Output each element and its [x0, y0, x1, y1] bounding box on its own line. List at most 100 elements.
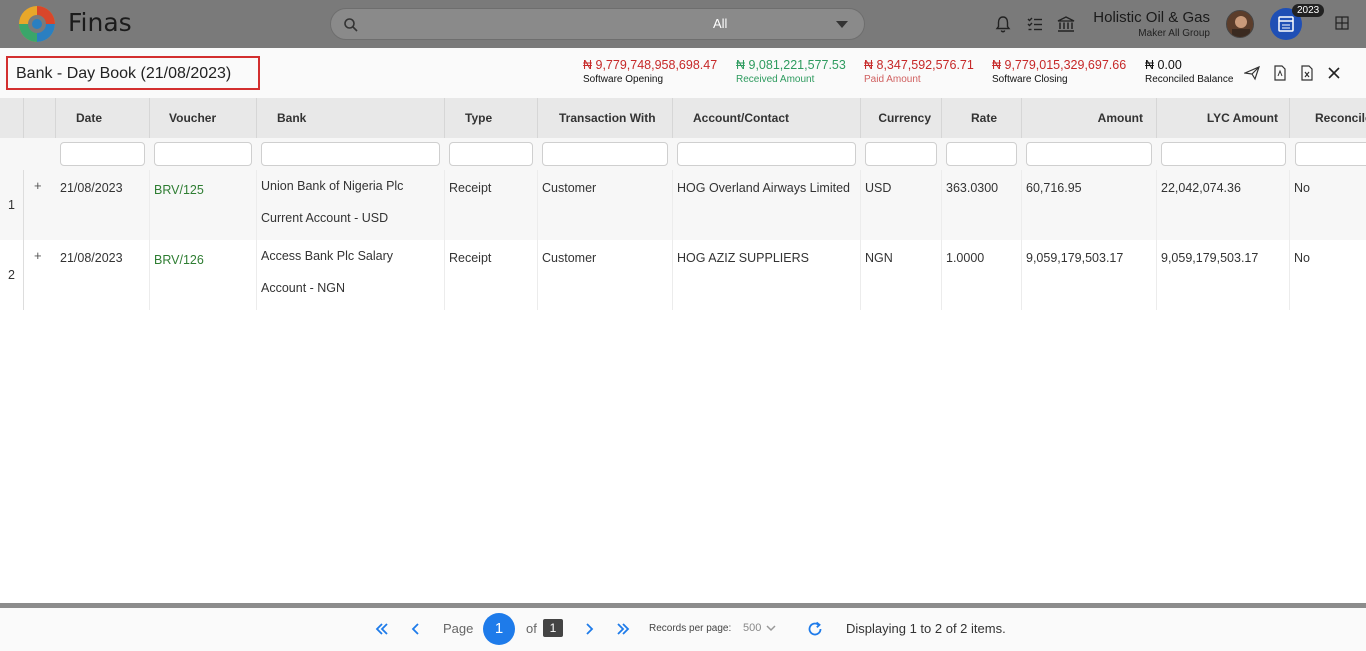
chevron-down-icon[interactable]	[836, 21, 848, 28]
page-label: Page	[443, 621, 474, 636]
stat-label: Reconciled Balance	[1145, 74, 1234, 85]
cell-lyc-amount: 22,042,074.36	[1157, 170, 1290, 240]
column-header-lyc-amount[interactable]: LYC Amount	[1157, 98, 1290, 138]
stat-label: Paid Amount	[864, 74, 921, 85]
filter-voucher[interactable]	[154, 142, 252, 166]
header-expand	[24, 98, 56, 138]
filter-lyc-amount[interactable]	[1161, 142, 1286, 166]
column-header-rate[interactable]: Rate	[942, 98, 1022, 138]
cell-voucher-link[interactable]: BRV/126	[150, 240, 257, 310]
table-header: Date Voucher Bank Type Transaction With …	[0, 98, 1366, 138]
close-icon[interactable]	[1326, 65, 1342, 81]
cell-bank: Union Bank of Nigeria Plc Current Accoun…	[257, 170, 445, 240]
checklist-icon[interactable]	[1025, 14, 1045, 34]
app-brand: Finas	[68, 8, 132, 37]
refresh-icon[interactable]	[806, 620, 824, 638]
cell-date: 21/08/2023	[56, 170, 150, 240]
stat-value: ₦ 0.00	[1145, 58, 1182, 72]
records-per-page-select[interactable]: 500	[743, 622, 761, 634]
filter-date[interactable]	[60, 142, 145, 166]
cell-rate: 363.0300	[942, 170, 1022, 240]
filter-rate[interactable]	[946, 142, 1017, 166]
stat-value: ₦ 9,779,015,329,697.66	[992, 58, 1127, 72]
cell-amount: 9,059,179,503.17	[1022, 240, 1157, 310]
filter-type[interactable]	[449, 142, 533, 166]
column-header-bank[interactable]: Bank	[257, 98, 445, 138]
expand-row-button[interactable]: +	[34, 248, 42, 263]
current-page-input[interactable]: 1	[483, 613, 515, 645]
table-row[interactable]: 1 + 21/08/2023 BRV/125 Union Bank of Nig…	[0, 170, 1366, 240]
stat-label: Received Amount	[736, 74, 815, 85]
column-header-transaction-with[interactable]: Transaction With	[538, 98, 673, 138]
filter-bank[interactable]	[261, 142, 440, 166]
pdf-export-icon[interactable]	[1272, 65, 1288, 81]
company-name: Holistic Oil & Gas	[1093, 9, 1210, 26]
bank-icon[interactable]	[1056, 14, 1076, 34]
cell-reconcile: No	[1294, 181, 1310, 195]
header-rownum	[0, 98, 24, 138]
filter-currency[interactable]	[865, 142, 937, 166]
bank-name-line2: Current Account - USD	[261, 211, 389, 225]
cell-amount: 60,716.95	[1022, 170, 1157, 240]
column-header-type[interactable]: Type	[445, 98, 538, 138]
cell-date: 21/08/2023	[56, 240, 150, 310]
of-label: of	[526, 621, 537, 636]
excel-export-icon[interactable]	[1299, 65, 1315, 81]
send-icon[interactable]	[1244, 65, 1260, 81]
row-number: 2	[0, 240, 24, 310]
next-page-icon[interactable]	[580, 620, 598, 638]
page-title: Bank - Day Book (21/08/2023)	[6, 56, 260, 90]
chevron-down-icon[interactable]	[765, 622, 777, 634]
page-header: Bank - Day Book (21/08/2023) ₦ 9,779,748…	[0, 48, 1366, 100]
cell-lyc-amount: 9,059,179,503.17	[1157, 240, 1290, 310]
filter-amount[interactable]	[1026, 142, 1152, 166]
stat-value: ₦ 9,081,221,577.53	[736, 58, 846, 72]
column-header-reconcile[interactable]: Reconcile	[1290, 98, 1366, 138]
search-icon	[344, 18, 358, 32]
finas-logo-icon[interactable]	[17, 4, 57, 44]
row-number: 1	[0, 170, 24, 240]
global-search[interactable]: All	[330, 8, 865, 40]
stat-reconciled-balance: ₦ 0.00 Reconciled Balance	[1145, 58, 1233, 85]
filter-row	[0, 138, 1366, 170]
records-per-page-label: Records per page:	[649, 623, 732, 634]
column-header-account-contact[interactable]: Account/Contact	[673, 98, 861, 138]
bell-icon[interactable]	[993, 14, 1013, 34]
table-row[interactable]: 2 + 21/08/2023 BRV/126 Access Bank Plc S…	[0, 240, 1366, 310]
avatar[interactable]	[1226, 10, 1254, 38]
stat-value: ₦ 8,347,592,576.71	[864, 58, 974, 72]
user-photo-icon	[1227, 11, 1253, 37]
last-page-icon[interactable]	[614, 620, 632, 638]
stat-value: ₦ 9,779,748,958,698.47	[583, 58, 718, 72]
display-summary: Displaying 1 to 2 of 2 items.	[846, 621, 1006, 636]
cell-currency: NGN	[861, 240, 942, 310]
previous-page-icon[interactable]	[407, 620, 425, 638]
first-page-icon[interactable]	[373, 620, 391, 638]
column-header-date[interactable]: Date	[56, 98, 150, 138]
cell-type: Receipt	[445, 240, 538, 310]
cell-voucher-link[interactable]: BRV/125	[150, 170, 257, 240]
stat-software-opening: ₦ 9,779,748,958,698.47 Software Opening	[583, 58, 717, 85]
column-header-voucher[interactable]: Voucher	[150, 98, 257, 138]
company-group: Maker All Group	[1138, 28, 1210, 39]
stat-received-amount: ₦ 9,081,221,577.53 Received Amount	[736, 58, 846, 85]
apps-grid-icon[interactable]	[1335, 16, 1349, 30]
total-pages: 1	[543, 619, 563, 637]
stat-software-closing: ₦ 9,779,015,329,697.66 Software Closing	[992, 58, 1126, 85]
search-scope-select[interactable]: All	[713, 16, 727, 31]
cell-transaction-with: Customer	[538, 170, 673, 240]
top-bar: Finas All Holistic Oil & Gas Maker All G…	[0, 0, 1366, 48]
cell-reconcile: No	[1294, 251, 1310, 265]
stat-paid-amount: ₦ 8,347,592,576.71 Paid Amount	[864, 58, 974, 85]
column-header-amount[interactable]: Amount	[1022, 98, 1157, 138]
search-input[interactable]	[367, 13, 667, 35]
filter-transaction-with[interactable]	[542, 142, 668, 166]
expand-row-button[interactable]: +	[34, 178, 42, 193]
column-header-currency[interactable]: Currency	[861, 98, 942, 138]
filter-reconcile[interactable]	[1295, 142, 1366, 166]
cell-bank: Access Bank Plc Salary Account - NGN	[257, 240, 445, 310]
cell-currency: USD	[861, 170, 942, 240]
company-info[interactable]: Holistic Oil & Gas Maker All Group	[1093, 9, 1210, 39]
year-badge: 2023	[1292, 4, 1325, 17]
filter-account-contact[interactable]	[677, 142, 856, 166]
